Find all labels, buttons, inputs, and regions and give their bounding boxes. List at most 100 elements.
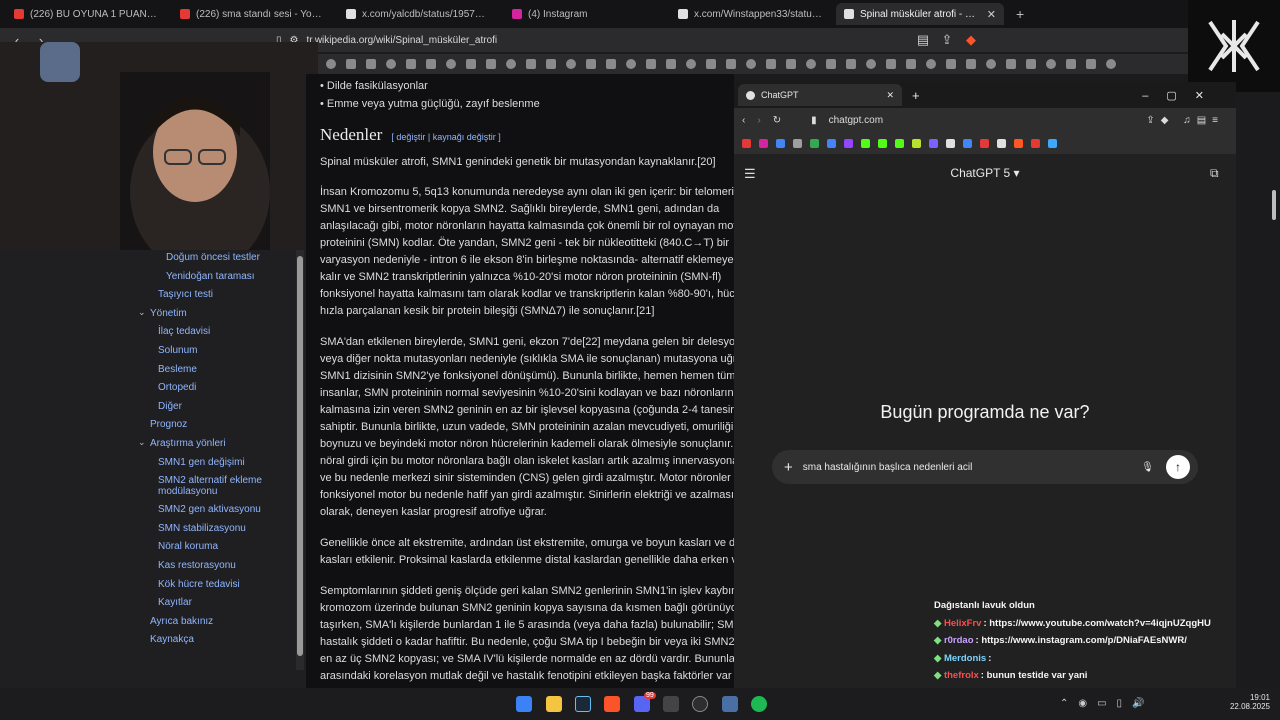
bookmark-icon[interactable] [446,59,456,69]
brave-shield-icon[interactable]: ◆ [964,32,978,48]
bookmark-icon[interactable] [366,59,376,69]
toc-item[interactable]: Yönetim [150,308,187,319]
clock[interactable]: 19:01 22.08.2025 [1226,693,1270,711]
toc-item[interactable]: SMN1 gen değişimi [158,457,245,468]
toc-item[interactable]: Araştırma yönleri [150,438,226,449]
new-tab-button[interactable]: + [1010,6,1030,22]
bookmark-icon[interactable] [866,59,876,69]
bookmark-icon[interactable] [386,59,396,69]
chat-username[interactable]: thefrolx [944,670,979,681]
temporary-chat-icon[interactable]: ⧉ [1210,166,1219,181]
toc-item[interactable]: SMN2 alternatif ekleme modülasyonu [158,475,268,497]
reader-icon[interactable]: ▤ [916,32,930,48]
bookmark-icon[interactable] [486,59,496,69]
bookmark-icon[interactable] [827,138,836,148]
bookmark-icon[interactable] [1006,59,1016,69]
url-field[interactable]: ▯ ⚙ tr.wikipedia.org/wiki/Spinal_müsküle… [276,35,906,46]
close-tab-icon[interactable]: ✕ [886,90,894,101]
toolbar-icons[interactable]: ⇪◆ ♫▤≡ [1146,115,1224,126]
toc-item[interactable]: Prognoz [150,419,187,430]
bookmark-icon[interactable] [806,59,816,69]
system-tray[interactable]: ⌃◉▭▯🔊 [1060,698,1155,709]
windows-start-icon[interactable] [516,696,532,712]
toc-item[interactable]: Ortopedi [158,382,196,393]
toc-item[interactable]: Doğum öncesi testler [166,252,260,263]
gpt-tab[interactable]: ChatGPT ✕ [738,84,902,106]
forward-icon[interactable]: › [757,115,760,126]
bookmark-icon[interactable] [726,59,736,69]
url-text[interactable]: chatgpt.com [829,115,883,126]
prompt-input[interactable]: sma hastalığının başlıca nedenleri acil [803,462,1142,473]
bookmark-icon[interactable] [406,59,416,69]
toc-item[interactable]: Besleme [158,364,197,375]
bookmark-icon[interactable] [766,59,776,69]
browser-tab[interactable]: x.com/yalcdb/status/1957029799005... [338,3,498,25]
app-icon[interactable] [722,696,738,712]
bookmark-icon[interactable] [626,59,636,69]
bookmark-icon[interactable] [1106,59,1116,69]
bookmark-icon[interactable] [946,59,956,69]
bookmark-icon[interactable] [826,59,836,69]
spotify-icon[interactable] [751,696,767,712]
bookmark-icon[interactable]: ▮ [811,115,817,126]
reload-icon[interactable]: ↻ [773,115,781,126]
bookmark-icon[interactable] [466,59,476,69]
bookmark-icon[interactable] [1066,59,1076,69]
bookmark-icon[interactable] [326,59,336,69]
chat-username[interactable]: HelixFrv [944,618,982,629]
browser-tab-active[interactable]: Spinal müsküler atrofi - Vikipedi✕ [836,3,1004,25]
bookmark-icon[interactable] [878,138,887,148]
toc-scroll-thumb[interactable] [297,256,303,656]
close-tab-icon[interactable]: ✕ [987,8,996,21]
toc-collapse-icon[interactable]: ⌄ [138,307,146,318]
bookmark-icon[interactable] [566,59,576,69]
toc-item[interactable]: İlaç tedavisi [158,326,210,337]
bookmark-icon[interactable] [746,59,756,69]
toc-collapse-icon[interactable]: ⌄ [138,437,146,448]
bookmark-icon[interactable] [912,138,921,148]
toc-item[interactable]: Ayrıca bakınız [150,616,213,627]
bookmark-icon[interactable] [986,59,996,69]
bookmark-icon[interactable] [1048,138,1057,148]
bookmark-icon[interactable] [980,138,989,148]
bookmark-icon[interactable] [1046,59,1056,69]
bookmark-icon[interactable] [1014,138,1023,148]
bookmark-icon[interactable] [666,59,676,69]
toc-item[interactable]: Nöral koruma [158,541,218,552]
browser-tab[interactable]: x.com/Winstappen33/status/195861... [670,3,830,25]
chat-composer[interactable]: + sma hastalığının başlıca nedenleri aci… [772,450,1198,484]
bookmark-icon[interactable] [844,138,853,148]
page-scrollbar[interactable] [1270,170,1278,680]
bookmark-icon[interactable] [786,59,796,69]
bookmark-icon[interactable] [793,138,802,148]
bookmark-icon[interactable] [506,59,516,69]
bookmark-icon[interactable] [946,138,955,148]
bookmark-icon[interactable] [426,59,436,69]
steam-icon[interactable] [575,696,591,712]
bookmark-icon[interactable] [742,138,751,148]
bookmark-icon[interactable] [886,59,896,69]
chat-username[interactable]: Merdonis [944,653,986,664]
bookmark-icon[interactable] [1031,138,1040,148]
bookmark-icon[interactable] [759,138,768,148]
toc-item[interactable]: Kaynakça [150,634,194,645]
bookmark-icon[interactable] [810,138,819,148]
plus-icon[interactable]: + [784,459,793,476]
browser-tab[interactable]: (226) sma standı sesi - YouTube [172,3,332,25]
send-button[interactable]: ↑ [1166,455,1190,479]
bookmark-icon[interactable] [1026,59,1036,69]
bookmark-icon[interactable] [966,59,976,69]
bookmark-icon[interactable] [895,138,904,148]
bookmark-icon[interactable] [926,59,936,69]
toc-item[interactable]: Kas restorasyonu [158,560,236,571]
app-icon[interactable] [663,696,679,712]
bookmark-icon[interactable] [997,138,1006,148]
back-icon[interactable]: ‹ [742,115,745,126]
browser-tab[interactable]: (4) Instagram [504,3,664,25]
bookmark-icon[interactable] [846,59,856,69]
bookmark-icon[interactable] [776,138,785,148]
toc-item[interactable]: Yenidoğan taraması [166,271,255,282]
brave-icon[interactable] [604,696,620,712]
bookmark-icon[interactable] [606,59,616,69]
bookmark-icon[interactable] [706,59,716,69]
